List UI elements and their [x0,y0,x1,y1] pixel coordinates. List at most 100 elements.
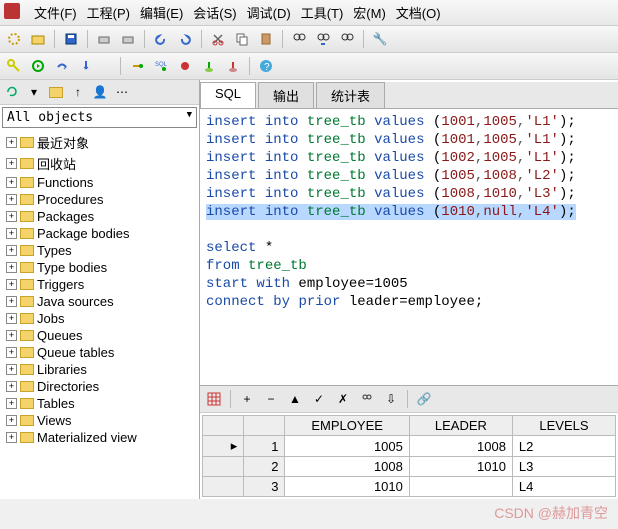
tool-icon[interactable]: 🔧 [370,29,390,49]
refresh-icon[interactable] [2,82,22,102]
open-icon[interactable] [28,29,48,49]
menu-session[interactable]: 会话(S) [193,3,236,22]
more-icon[interactable]: ⋯ [112,82,132,102]
exec-icon[interactable] [127,56,147,76]
find-icon[interactable] [289,29,309,49]
tree-item[interactable]: +Procedures [2,191,197,208]
grid-link-icon[interactable]: 🔗 [414,389,434,409]
grid-view-icon[interactable] [204,389,224,409]
filter-icon[interactable]: ▾ [24,82,44,102]
step-into-icon[interactable] [76,56,96,76]
expand-icon[interactable]: + [6,313,17,324]
content-area: SQL 输出 统计表 insert into tree_tb values (1… [200,80,618,499]
tab-stats[interactable]: 统计表 [316,82,385,108]
menu-docs[interactable]: 文档(O) [396,3,441,22]
expand-icon[interactable]: + [6,279,17,290]
col-header[interactable]: EMPLOYEE [285,416,409,436]
grid-cancel-icon[interactable]: ✗ [333,389,353,409]
expand-icon[interactable]: + [6,330,17,341]
grid-commit-icon[interactable]: ✓ [309,389,329,409]
sql-editor[interactable]: insert into tree_tb values (1001,1005,'L… [200,109,618,385]
tree-item[interactable]: +Types [2,242,197,259]
menu-debug[interactable]: 调试(D) [247,3,291,22]
tree-item[interactable]: +Jobs [2,310,197,327]
tab-output[interactable]: 输出 [258,82,314,108]
result-grid[interactable]: EMPLOYEELEADERLEVELS▸110051008L221008101… [202,415,616,497]
expand-icon[interactable]: + [6,381,17,392]
commit-icon[interactable] [199,56,219,76]
table-row[interactable]: 31010L4 [203,477,616,497]
up-icon[interactable]: ↑ [68,82,88,102]
find-next-icon[interactable] [313,29,333,49]
print2-icon[interactable] [118,29,138,49]
rollback-icon[interactable] [223,56,243,76]
tree-item[interactable]: +Functions [2,174,197,191]
help-icon[interactable]: ? [256,56,276,76]
expand-icon[interactable]: + [6,398,17,409]
tab-sql[interactable]: SQL [200,82,256,108]
col-header[interactable]: LEADER [409,416,512,436]
expand-icon[interactable]: + [6,177,17,188]
tree-item[interactable]: +Type bodies [2,259,197,276]
tree-item[interactable]: +Packages [2,208,197,225]
menu-file[interactable]: 文件(F) [34,3,77,22]
tree-item[interactable]: +回收站 [2,153,197,174]
break-icon[interactable] [175,56,195,76]
users-icon[interactable]: 👤 [90,82,110,102]
copy-icon[interactable] [232,29,252,49]
tree-item[interactable]: +Materialized view [2,429,197,446]
undo-icon[interactable] [151,29,171,49]
grid-export-icon[interactable]: ⇩ [381,389,401,409]
tree-item[interactable]: +Queues [2,327,197,344]
tree-item[interactable]: +Views [2,412,197,429]
menu-edit[interactable]: 编辑(E) [140,3,183,22]
tree-item[interactable]: +Triggers [2,276,197,293]
table-row[interactable]: 210081010L3 [203,457,616,477]
expand-icon[interactable]: + [6,194,17,205]
run-icon[interactable] [28,56,48,76]
expand-icon[interactable]: + [6,364,17,375]
folder-sb-icon[interactable] [46,82,66,102]
cut-icon[interactable] [208,29,228,49]
tree-item[interactable]: +Libraries [2,361,197,378]
exec-sql-icon[interactable]: SQL [151,56,171,76]
menu-macro[interactable]: 宏(M) [353,3,386,22]
tree-item[interactable]: +Directories [2,378,197,395]
menu-tools[interactable]: 工具(T) [301,3,344,22]
object-filter-dropdown[interactable]: All objects [2,107,197,128]
step-over-icon[interactable] [52,56,72,76]
tree-item[interactable]: +Java sources [2,293,197,310]
tree-item[interactable]: +Queue tables [2,344,197,361]
expand-icon[interactable]: + [6,137,17,148]
table-row[interactable]: ▸110051008L2 [203,436,616,457]
expand-icon[interactable]: + [6,211,17,222]
expand-icon[interactable]: + [6,158,17,169]
new-icon[interactable] [4,29,24,49]
paste-icon[interactable] [256,29,276,49]
expand-icon[interactable]: + [6,262,17,273]
save-icon[interactable] [61,29,81,49]
redo-icon[interactable] [175,29,195,49]
object-tree[interactable]: +最近对象+回收站+Functions+Procedures+Packages+… [0,130,199,499]
expand-icon[interactable]: + [6,415,17,426]
expand-icon[interactable]: + [6,228,17,239]
replace-icon[interactable] [337,29,357,49]
expand-icon[interactable]: + [6,296,17,307]
expand-icon[interactable]: + [6,432,17,443]
grid-add-icon[interactable]: + [237,389,257,409]
grid-bookmark-icon[interactable] [357,389,377,409]
expand-icon[interactable]: + [6,245,17,256]
col-header[interactable]: LEVELS [512,416,615,436]
print-icon[interactable] [94,29,114,49]
tree-item[interactable]: +Tables [2,395,197,412]
folder-icon [20,211,34,222]
grid-next-icon[interactable]: ▲ [285,389,305,409]
menu-project[interactable]: 工程(P) [87,3,130,22]
folder-icon [20,296,34,307]
tree-item[interactable]: +Package bodies [2,225,197,242]
tree-item[interactable]: +最近对象 [2,132,197,153]
expand-icon[interactable]: + [6,347,17,358]
grid-del-icon[interactable]: − [261,389,281,409]
folder-icon [20,245,34,256]
key-icon[interactable] [4,56,24,76]
